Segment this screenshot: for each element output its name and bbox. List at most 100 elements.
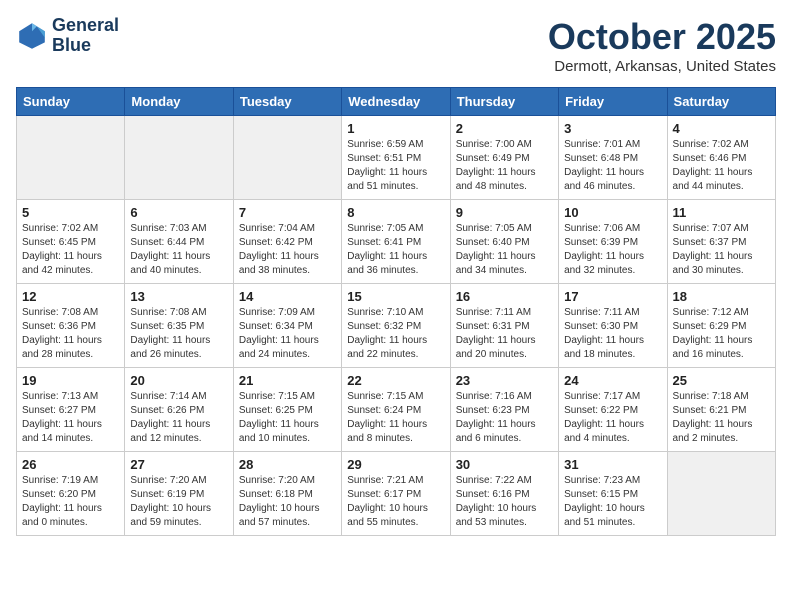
day-info: Sunrise: 7:10 AM Sunset: 6:32 PM Dayligh… — [347, 306, 444, 362]
calendar-cell: 23Sunrise: 7:16 AM Sunset: 6:23 PM Dayli… — [450, 368, 558, 452]
day-info: Sunrise: 7:17 AM Sunset: 6:22 PM Dayligh… — [564, 390, 661, 446]
calendar-cell: 18 Sunrise: 7:12 AM Sunset: 6:29 PM Dayli… — [667, 284, 775, 368]
calendar-cell — [667, 452, 775, 536]
calendar-cell: 21Sunrise: 7:15 AM Sunset: 6:25 PM Dayli… — [233, 368, 341, 452]
title-block: October 2025 Dermott, Arkansas, United S… — [548, 16, 776, 75]
day-info: Sunrise: 7:04 AM Sunset: 6:42 PM Dayligh… — [239, 222, 336, 278]
weekday-header-monday: Monday — [125, 88, 233, 116]
day-number: 14 — [239, 289, 336, 304]
logo: General Blue — [16, 16, 119, 56]
calendar-cell: 3Sunrise: 7:01 AM Sunset: 6:48 PM Daylig… — [559, 116, 667, 200]
calendar-cell: 1 Sunrise: 6:59 AM Sunset: 6:51 PM Daylig… — [342, 116, 450, 200]
day-number: 18 — [673, 289, 770, 304]
day-info: Sunrise: 7:11 AM Sunset: 6:31 PM Dayligh… — [456, 306, 553, 362]
day-info: Sunrise: 7:13 AM Sunset: 6:27 PM Dayligh… — [22, 390, 119, 446]
day-number: 9 — [456, 205, 553, 220]
calendar-cell: 5 Sunrise: 7:02 AM Sunset: 6:45 PM Daylig… — [17, 200, 125, 284]
weekday-header-saturday: Saturday — [667, 88, 775, 116]
weekday-header-row: SundayMondayTuesdayWednesdayThursdayFrid… — [17, 88, 776, 116]
day-info: Sunrise: 7:16 AM Sunset: 6:23 PM Dayligh… — [456, 390, 553, 446]
logo-line2: Blue — [52, 36, 119, 56]
calendar-cell — [125, 116, 233, 200]
calendar-cell: 19 Sunrise: 7:13 AM Sunset: 6:27 PM Dayli… — [17, 368, 125, 452]
day-info: Sunrise: 7:07 AM Sunset: 6:37 PM Dayligh… — [673, 222, 770, 278]
day-number: 1 — [347, 121, 444, 136]
day-number: 5 — [22, 205, 119, 220]
weekday-header-tuesday: Tuesday — [233, 88, 341, 116]
calendar-cell: 17 Sunrise: 7:11 AM Sunset: 6:30 PM Dayli… — [559, 284, 667, 368]
day-info: Sunrise: 7:02 AM Sunset: 6:46 PM Dayligh… — [673, 138, 770, 194]
day-info: Sunrise: 7:08 AM Sunset: 6:35 PM Dayligh… — [130, 306, 227, 362]
day-number: 4 — [673, 121, 770, 136]
day-info: Sunrise: 7:06 AM Sunset: 6:39 PM Dayligh… — [564, 222, 661, 278]
calendar-cell: 8 Sunrise: 7:05 AM Sunset: 6:41 PM Daylig… — [342, 200, 450, 284]
day-number: 10 — [564, 205, 661, 220]
week-row-3: 12Sunrise: 7:08 AM Sunset: 6:36 PM Dayli… — [17, 284, 776, 368]
calendar-cell: 28Sunrise: 7:20 AM Sunset: 6:18 PM Dayli… — [233, 452, 341, 536]
day-number: 22 — [347, 373, 444, 388]
day-info: Sunrise: 7:18 AM Sunset: 6:21 PM Dayligh… — [673, 390, 770, 446]
day-number: 11 — [673, 205, 770, 220]
day-number: 8 — [347, 205, 444, 220]
day-number: 29 — [347, 457, 444, 472]
calendar-cell: 16Sunrise: 7:11 AM Sunset: 6:31 PM Dayli… — [450, 284, 558, 368]
day-info: Sunrise: 7:02 AM Sunset: 6:45 PM Dayligh… — [22, 222, 119, 278]
calendar-cell: 15 Sunrise: 7:10 AM Sunset: 6:32 PM Dayli… — [342, 284, 450, 368]
calendar-cell: 20 Sunrise: 7:14 AM Sunset: 6:26 PM Dayli… — [125, 368, 233, 452]
week-row-2: 5 Sunrise: 7:02 AM Sunset: 6:45 PM Daylig… — [17, 200, 776, 284]
day-number: 25 — [673, 373, 770, 388]
calendar-cell: 26 Sunrise: 7:19 AM Sunset: 6:20 PM Dayli… — [17, 452, 125, 536]
day-info: Sunrise: 7:09 AM Sunset: 6:34 PM Dayligh… — [239, 306, 336, 362]
calendar-cell: 4 Sunrise: 7:02 AM Sunset: 6:46 PM Daylig… — [667, 116, 775, 200]
day-number: 26 — [22, 457, 119, 472]
weekday-header-friday: Friday — [559, 88, 667, 116]
calendar-table: SundayMondayTuesdayWednesdayThursdayFrid… — [16, 87, 776, 536]
calendar-cell: 7Sunrise: 7:04 AM Sunset: 6:42 PM Daylig… — [233, 200, 341, 284]
calendar-cell: 25 Sunrise: 7:18 AM Sunset: 6:21 PM Dayli… — [667, 368, 775, 452]
day-number: 21 — [239, 373, 336, 388]
day-number: 20 — [130, 373, 227, 388]
calendar-cell: 27Sunrise: 7:20 AM Sunset: 6:19 PM Dayli… — [125, 452, 233, 536]
calendar-cell: 22 Sunrise: 7:15 AM Sunset: 6:24 PM Dayli… — [342, 368, 450, 452]
day-number: 31 — [564, 457, 661, 472]
calendar-cell: 24 Sunrise: 7:17 AM Sunset: 6:22 PM Dayli… — [559, 368, 667, 452]
day-info: Sunrise: 7:22 AM Sunset: 6:16 PM Dayligh… — [456, 474, 553, 530]
day-info: Sunrise: 7:15 AM Sunset: 6:24 PM Dayligh… — [347, 390, 444, 446]
calendar-cell — [17, 116, 125, 200]
day-info: Sunrise: 7:14 AM Sunset: 6:26 PM Dayligh… — [130, 390, 227, 446]
day-info: Sunrise: 7:03 AM Sunset: 6:44 PM Dayligh… — [130, 222, 227, 278]
calendar-cell: 12Sunrise: 7:08 AM Sunset: 6:36 PM Dayli… — [17, 284, 125, 368]
day-info: Sunrise: 6:59 AM Sunset: 6:51 PM Dayligh… — [347, 138, 444, 194]
day-info: Sunrise: 7:21 AM Sunset: 6:17 PM Dayligh… — [347, 474, 444, 530]
day-info: Sunrise: 7:05 AM Sunset: 6:41 PM Dayligh… — [347, 222, 444, 278]
day-info: Sunrise: 7:23 AM Sunset: 6:15 PM Dayligh… — [564, 474, 661, 530]
week-row-4: 19 Sunrise: 7:13 AM Sunset: 6:27 PM Dayli… — [17, 368, 776, 452]
day-info: Sunrise: 7:11 AM Sunset: 6:30 PM Dayligh… — [564, 306, 661, 362]
day-info: Sunrise: 7:19 AM Sunset: 6:20 PM Dayligh… — [22, 474, 119, 530]
calendar-cell: 31 Sunrise: 7:23 AM Sunset: 6:15 PM Dayli… — [559, 452, 667, 536]
calendar-cell: 11 Sunrise: 7:07 AM Sunset: 6:37 PM Dayli… — [667, 200, 775, 284]
calendar-cell: 13Sunrise: 7:08 AM Sunset: 6:35 PM Dayli… — [125, 284, 233, 368]
calendar-cell: 9 Sunrise: 7:05 AM Sunset: 6:40 PM Daylig… — [450, 200, 558, 284]
day-number: 2 — [456, 121, 553, 136]
day-number: 12 — [22, 289, 119, 304]
calendar-cell: 30Sunrise: 7:22 AM Sunset: 6:16 PM Dayli… — [450, 452, 558, 536]
day-info: Sunrise: 7:05 AM Sunset: 6:40 PM Dayligh… — [456, 222, 553, 278]
weekday-header-wednesday: Wednesday — [342, 88, 450, 116]
calendar-cell — [233, 116, 341, 200]
day-number: 24 — [564, 373, 661, 388]
calendar-cell: 6 Sunrise: 7:03 AM Sunset: 6:44 PM Daylig… — [125, 200, 233, 284]
calendar-cell: 10 Sunrise: 7:06 AM Sunset: 6:39 PM Dayli… — [559, 200, 667, 284]
week-row-5: 26 Sunrise: 7:19 AM Sunset: 6:20 PM Dayli… — [17, 452, 776, 536]
month-title: October 2025 — [548, 16, 776, 58]
day-info: Sunrise: 7:12 AM Sunset: 6:29 PM Dayligh… — [673, 306, 770, 362]
day-number: 17 — [564, 289, 661, 304]
weekday-header-thursday: Thursday — [450, 88, 558, 116]
day-number: 15 — [347, 289, 444, 304]
day-number: 6 — [130, 205, 227, 220]
day-number: 19 — [22, 373, 119, 388]
day-number: 3 — [564, 121, 661, 136]
weekday-header-sunday: Sunday — [17, 88, 125, 116]
day-number: 28 — [239, 457, 336, 472]
day-info: Sunrise: 7:00 AM Sunset: 6:49 PM Dayligh… — [456, 138, 553, 194]
